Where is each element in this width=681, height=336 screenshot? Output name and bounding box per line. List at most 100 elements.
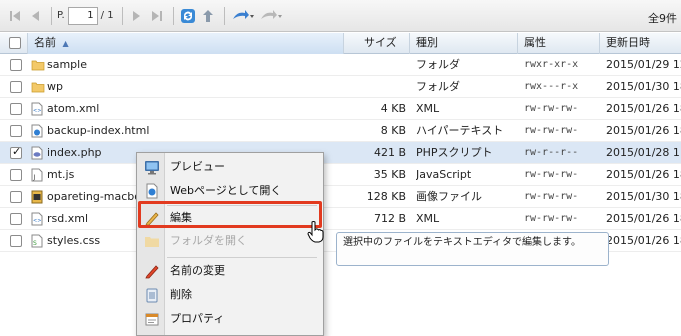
column-modified[interactable]: 更新日時 <box>600 33 681 54</box>
file-type: フォルダ <box>416 58 460 71</box>
menu-item-delete[interactable]: 削除 <box>137 283 323 307</box>
file-size <box>344 76 406 98</box>
web-page-icon <box>144 183 160 199</box>
edit-tooltip: 選択中のファイルをテキストエディタで編集します。 <box>336 232 609 266</box>
file-modified: 2015/01/29 12: <box>606 58 681 71</box>
table-row[interactable]: <>rsd.xml712 BXMLrw-rw-rw-2015/01/26 18: <box>0 208 681 230</box>
file-modified: 2015/01/26 18: <box>606 102 681 115</box>
file-permissions: rw-rw-rw- <box>524 125 579 136</box>
row-checkbox[interactable] <box>10 59 22 71</box>
file-type: XML <box>416 212 440 225</box>
table-row[interactable]: opareting-macbool 128 KB 画像ファイル rw-rw-rw- 20… <box>0 186 681 208</box>
upload-icon[interactable] <box>230 7 256 25</box>
toolbar-separator <box>172 6 174 25</box>
file-modified: 2015/01/26 18: <box>606 234 681 247</box>
row-checkbox[interactable] <box>10 191 22 203</box>
row-checkbox[interactable] <box>10 213 22 225</box>
context-menu: プレビュー Webページとして開く 編集 フォルダを開く 名前の変更 削除 プロ… <box>136 152 324 336</box>
folder-icon <box>31 80 45 94</box>
css-file-icon: S <box>31 234 43 248</box>
table-row[interactable]: <> atom.xml 4 KB XML rw-rw-rw- 2015/01/26 18: <box>0 98 681 120</box>
file-type: フォルダ <box>416 80 460 93</box>
svg-text:<>: <> <box>33 108 41 114</box>
menu-item-open-web[interactable]: Webページとして開く <box>137 179 323 203</box>
image-file-icon <box>31 190 43 204</box>
xml-file-icon: <> <box>31 102 43 116</box>
html-file-icon <box>31 124 43 138</box>
file-permissions: rw-rw-rw- <box>524 191 579 202</box>
menu-item-label: 名前の変更 <box>170 264 225 277</box>
page-total: / 1 <box>100 10 114 21</box>
file-name: sample <box>47 58 87 71</box>
trash-icon <box>144 287 160 303</box>
file-modified: 2015/01/26 18: <box>606 124 681 137</box>
table-row[interactable]: index.php421 BPHPスクリプトrw-r--r--2015/01/2… <box>0 142 681 164</box>
column-attr[interactable]: 属性 <box>518 33 600 54</box>
file-modified: 2015/01/26 18: <box>606 212 681 225</box>
file-name: backup-index.html <box>47 124 150 137</box>
file-modified: 2015/01/30 18: <box>606 190 681 203</box>
last-page-icon[interactable] <box>148 7 166 25</box>
row-checkbox[interactable] <box>10 125 22 137</box>
table-row[interactable]: backup-index.html 8 KB ハイパーテキスト rw-rw-rw- 20… <box>0 120 681 142</box>
page-input[interactable]: 1 <box>67 6 98 25</box>
file-permissions: rw-rw-rw- <box>524 103 579 114</box>
row-checkbox[interactable] <box>10 169 22 181</box>
file-modified: 2015/01/26 18: <box>606 168 681 181</box>
file-permissions: rw-rw-rw- <box>524 169 579 180</box>
share-icon[interactable] <box>258 7 284 25</box>
svg-text:S: S <box>33 240 37 247</box>
file-type: 画像ファイル <box>416 190 482 203</box>
menu-item-open-folder: フォルダを開く <box>137 229 323 253</box>
refresh-icon[interactable] <box>179 7 197 25</box>
svg-text:<>: <> <box>33 218 41 224</box>
menu-separator <box>167 257 317 258</box>
file-size: 35 KB <box>373 168 406 181</box>
total-count: 全9件 <box>648 12 677 25</box>
menu-item-rename[interactable]: 名前の変更 <box>137 259 323 283</box>
menu-item-label: 削除 <box>170 288 192 301</box>
folder-icon <box>144 233 160 249</box>
menu-item-label: Webページとして開く <box>170 184 282 197</box>
file-size: 712 B <box>373 212 406 225</box>
file-modified: 2015/01/30 18: <box>606 80 681 93</box>
column-size[interactable]: サイズ <box>344 33 410 54</box>
monitor-icon <box>144 159 160 175</box>
row-checkbox[interactable] <box>10 235 22 247</box>
column-type[interactable]: 種別 <box>410 33 518 54</box>
column-type-label: 種別 <box>416 36 438 49</box>
file-type: JavaScript <box>416 168 472 181</box>
row-checkbox[interactable] <box>10 81 22 93</box>
select-all-checkbox[interactable] <box>9 37 21 49</box>
row-checkbox[interactable] <box>10 145 22 159</box>
menu-item-preview[interactable]: プレビュー <box>137 155 323 179</box>
edit-highlight-box <box>138 201 322 228</box>
file-permissions: rwx---r-x <box>524 81 579 92</box>
table-row[interactable]: Jmt.js 35 KB JavaScript rw-rw-rw- 2015/01/26… <box>0 164 681 186</box>
file-size: 421 B <box>373 146 406 159</box>
toolbar-separator <box>51 6 52 25</box>
rename-pencil-icon <box>144 263 160 279</box>
table-row[interactable]: sample フォルダ rwxr-xr-x 2015/01/29 12: <box>0 54 681 76</box>
column-name[interactable]: 名前 ▲ <box>28 33 344 54</box>
row-checkbox[interactable] <box>10 103 22 115</box>
menu-item-label: プロパティ <box>170 312 225 325</box>
next-page-icon[interactable] <box>128 7 146 25</box>
column-modified-label: 更新日時 <box>606 36 650 49</box>
prev-page-icon[interactable] <box>26 7 44 25</box>
column-header: 名前 ▲ サイズ 種別 属性 更新日時 <box>0 33 681 54</box>
menu-item-properties[interactable]: プロパティ <box>137 307 323 331</box>
file-size <box>344 54 406 76</box>
column-name-label: 名前 <box>34 36 56 49</box>
first-page-icon[interactable] <box>6 7 24 25</box>
file-name: wp <box>47 80 63 93</box>
sort-ascending-icon: ▲ <box>62 39 69 48</box>
parent-folder-icon[interactable] <box>199 7 217 25</box>
table-row[interactable]: wp フォルダ rwx---r-x 2015/01/30 18: <box>0 76 681 98</box>
file-permissions: rwxr-xr-x <box>524 59 579 70</box>
column-size-label: サイズ <box>364 36 397 49</box>
properties-icon <box>144 311 160 327</box>
php-file-icon <box>31 146 43 160</box>
file-size: 128 KB <box>366 190 406 203</box>
toolbar-separator <box>121 6 123 25</box>
